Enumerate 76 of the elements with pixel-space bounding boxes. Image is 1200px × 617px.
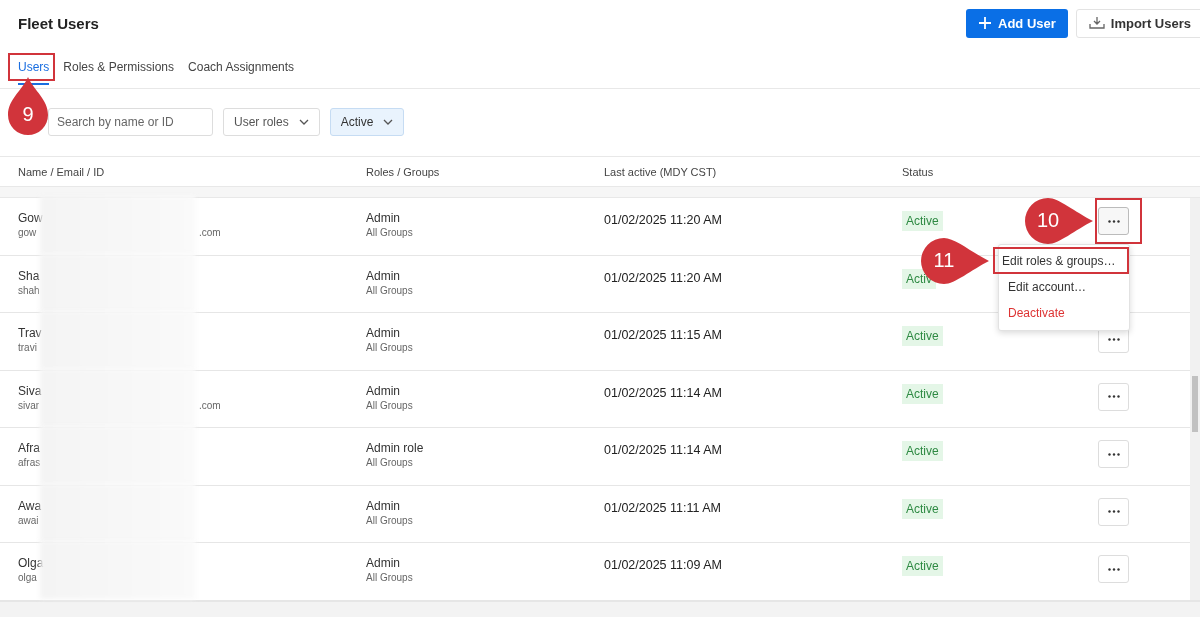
column-header: Last active (MDY CST) — [604, 165, 717, 178]
tab[interactable]: Roles & Permissions — [63, 46, 175, 85]
filter-dropdown[interactable]: Active — [329, 108, 405, 136]
user-role: Admin — [366, 497, 401, 514]
user-email: afras — [18, 456, 41, 469]
user-role: Admin — [366, 267, 401, 284]
user-email: shah — [18, 283, 40, 297]
status-badge: Active — [902, 556, 943, 576]
status-badge: Active — [902, 383, 943, 404]
tab[interactable]: Coach Assignments — [188, 46, 295, 85]
status-badge: Active — [902, 441, 943, 461]
user-email: .com — [199, 398, 221, 412]
user-role: Admin — [366, 210, 401, 226]
user-email: .com — [199, 226, 221, 239]
callout-marker: 10 — [1025, 198, 1093, 244]
user-name: Olga — [18, 555, 44, 571]
more-button[interactable] — [1098, 382, 1129, 411]
import-button[interactable]: Import Users — [1075, 8, 1200, 38]
column-header: Roles / Groups — [366, 165, 441, 178]
user-name: Gow — [18, 210, 43, 226]
user-groups: All Groups — [366, 226, 604, 239]
status-badge: Active — [902, 498, 943, 519]
menu-item[interactable]: Deactivate — [999, 300, 1129, 326]
more-button[interactable] — [1098, 440, 1129, 468]
user-name: Trav — [18, 325, 42, 341]
user-role: Admin — [366, 382, 401, 399]
user-role: Admin — [366, 325, 401, 341]
more-button[interactable] — [1098, 497, 1129, 526]
last-active-date: 01/02/2025 11:20 AM — [604, 269, 722, 286]
last-active-date: 01/02/2025 11:15 AM — [604, 327, 722, 343]
menu-item[interactable]: Edit account… — [999, 274, 1129, 300]
last-active-date: 01/02/2025 11:20 AM — [604, 212, 722, 228]
user-role: Admin role — [366, 440, 425, 456]
user-groups: All Groups — [366, 456, 604, 469]
user-groups: All Groups — [366, 341, 604, 354]
more-icon — [1107, 337, 1120, 341]
last-active-date: 01/02/2025 11:11 AM — [604, 499, 721, 516]
status-badge: Active — [902, 211, 943, 231]
last-active-date: 01/02/2025 11:14 AM — [604, 442, 722, 458]
user-name: Afra — [18, 440, 40, 456]
column-header: Status — [902, 165, 934, 178]
user-email: travi — [18, 341, 37, 354]
user-groups: All Groups — [366, 513, 604, 527]
chevron-down-icon — [383, 119, 394, 125]
user-email: sivar — [18, 398, 40, 412]
user-name: Siva — [18, 382, 42, 399]
search-field[interactable]: Search by name or ID — [48, 108, 213, 136]
filter-dropdown[interactable]: User roles — [223, 108, 320, 136]
column-header: Name / Email / ID — [18, 165, 105, 178]
page-title: Fleet Users — [18, 14, 99, 32]
user-email: olga — [18, 571, 37, 584]
plus-icon — [978, 16, 992, 30]
scrollbar[interactable] — [1190, 198, 1200, 600]
chevron-down-icon — [298, 119, 309, 125]
more-button[interactable] — [1098, 555, 1129, 583]
user-groups: All Groups — [366, 283, 604, 297]
user-email: gow — [18, 226, 37, 239]
more-button[interactable] — [1098, 207, 1129, 235]
callout-marker: 9 — [8, 77, 48, 135]
last-active-date: 01/02/2025 11:09 AM — [604, 557, 722, 573]
menu-item[interactable]: Edit roles & groups… — [999, 249, 1127, 272]
more-icon — [1107, 567, 1120, 571]
last-active-date: 01/02/2025 11:14 AM — [604, 384, 722, 401]
more-icon — [1107, 510, 1120, 513]
more-icon — [1107, 395, 1120, 398]
more-icon — [1107, 219, 1120, 223]
user-groups: All Groups — [366, 398, 604, 412]
more-icon — [1107, 452, 1120, 456]
status-badge: Active — [902, 326, 943, 346]
user-groups: All Groups — [366, 571, 604, 584]
user-name: Sha — [18, 267, 40, 284]
user-email: awai — [18, 513, 39, 527]
add-button[interactable]: Add User — [966, 8, 1068, 38]
user-role: Admin — [366, 555, 401, 571]
import-icon — [1088, 16, 1105, 30]
user-name: Awa — [18, 497, 42, 514]
